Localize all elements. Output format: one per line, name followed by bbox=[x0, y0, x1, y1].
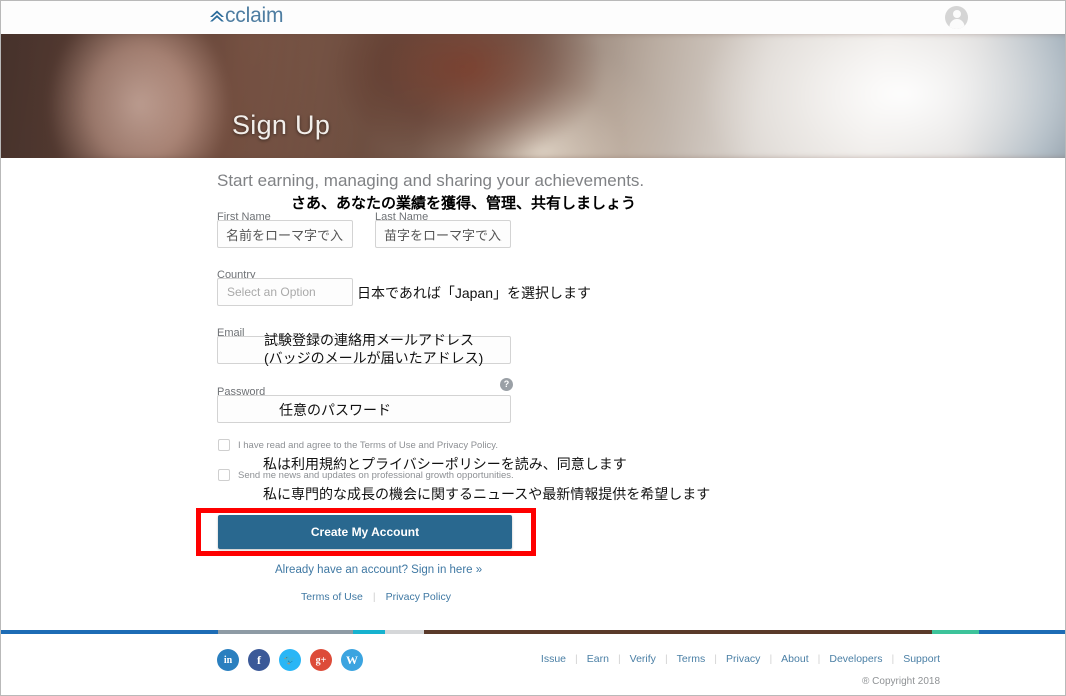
first-name-input[interactable] bbox=[217, 220, 353, 248]
avatar-head bbox=[952, 10, 961, 18]
footer-link-verify[interactable]: Verify bbox=[630, 653, 656, 665]
terms-checkbox[interactable] bbox=[218, 439, 230, 451]
create-account-button[interactable]: Create My Account bbox=[218, 515, 512, 549]
chevron-up-logo-icon bbox=[208, 7, 226, 25]
country-annotation-jp: 日本であれば「Japan」を選択します bbox=[357, 285, 592, 301]
wordpress-icon[interactable]: W bbox=[341, 649, 363, 671]
terms-of-use-link[interactable]: Terms of Use bbox=[301, 591, 363, 603]
footer-link-terms[interactable]: Terms bbox=[677, 653, 706, 665]
signup-page: cclaim Sign Up Start earning, managing a… bbox=[0, 0, 1066, 696]
help-question-icon[interactable]: ? bbox=[500, 378, 513, 391]
social-links: in f 🐦 g+ W bbox=[217, 649, 363, 671]
google-plus-icon[interactable]: g+ bbox=[310, 649, 332, 671]
footer-link-issue[interactable]: Issue bbox=[541, 653, 566, 665]
footer-link-separator: | bbox=[891, 653, 895, 665]
footer-link-about[interactable]: About bbox=[781, 653, 808, 665]
country-placeholder: Select an Option bbox=[227, 285, 316, 299]
terms-checkbox-label: I have read and agree to the Terms of Us… bbox=[238, 440, 498, 451]
acclaim-logo[interactable]: cclaim bbox=[208, 4, 284, 28]
facebook-icon[interactable]: f bbox=[248, 649, 270, 671]
user-avatar-icon[interactable] bbox=[945, 6, 968, 29]
footer-link-earn[interactable]: Earn bbox=[587, 653, 609, 665]
footer-link-support[interactable]: Support bbox=[903, 653, 940, 665]
email-annotation-jp-line1: 試験登録の連絡用メールアドレス bbox=[264, 332, 474, 348]
footer-link-privacy[interactable]: Privacy bbox=[726, 653, 760, 665]
footer-link-developers[interactable]: Developers bbox=[829, 653, 882, 665]
footer-nav-links: Issue | Earn | Verify | Terms | Privacy | About | De… bbox=[541, 653, 940, 665]
hero-vignette bbox=[1, 34, 1065, 158]
avatar-body bbox=[949, 19, 964, 29]
logo-text: cclaim bbox=[225, 4, 284, 27]
legal-separator: | bbox=[372, 591, 376, 603]
newsletter-checkbox-annotation-jp: 私に専門的な成長の機会に関するニュースや最新情報提供を希望します bbox=[263, 486, 711, 502]
email-annotation-jp-line2: (バッジのメールが届いたアドレス) bbox=[264, 350, 484, 366]
hero-title: Sign Up bbox=[232, 110, 331, 140]
newsletter-checkbox-label: Send me news and updates on professional… bbox=[238, 470, 514, 481]
site-header: cclaim bbox=[1, 1, 1065, 34]
footer-link-separator: | bbox=[617, 653, 621, 665]
page-tagline-annotation-jp: さあ、あなたの業績を獲得、管理、共有しましょう bbox=[291, 195, 637, 212]
footer-link-separator: | bbox=[714, 653, 717, 665]
sign-in-link[interactable]: Already have an account? Sign in here » bbox=[275, 564, 482, 576]
footer-link-separator: | bbox=[575, 653, 578, 665]
footer-link-separator: | bbox=[664, 653, 668, 665]
footer-link-separator: | bbox=[817, 653, 821, 665]
legal-links: Terms of Use | Privacy Policy bbox=[301, 591, 501, 603]
site-footer: in f 🐦 g+ W Issue | Earn | Verify | Terms | Privacy |… bbox=[1, 634, 1065, 695]
page-tagline: Start earning, managing and sharing your… bbox=[217, 171, 645, 190]
twitter-icon[interactable]: 🐦 bbox=[279, 649, 301, 671]
privacy-policy-link[interactable]: Privacy Policy bbox=[386, 591, 451, 603]
copyright-text: ® Copyright 2018 bbox=[862, 676, 940, 687]
footer-link-separator: | bbox=[769, 653, 773, 665]
last-name-input[interactable] bbox=[375, 220, 511, 248]
linkedin-icon[interactable]: in bbox=[217, 649, 239, 671]
newsletter-checkbox[interactable] bbox=[218, 469, 230, 481]
hero-banner: Sign Up bbox=[1, 34, 1065, 158]
password-annotation-jp: 任意のパスワード bbox=[279, 402, 391, 418]
